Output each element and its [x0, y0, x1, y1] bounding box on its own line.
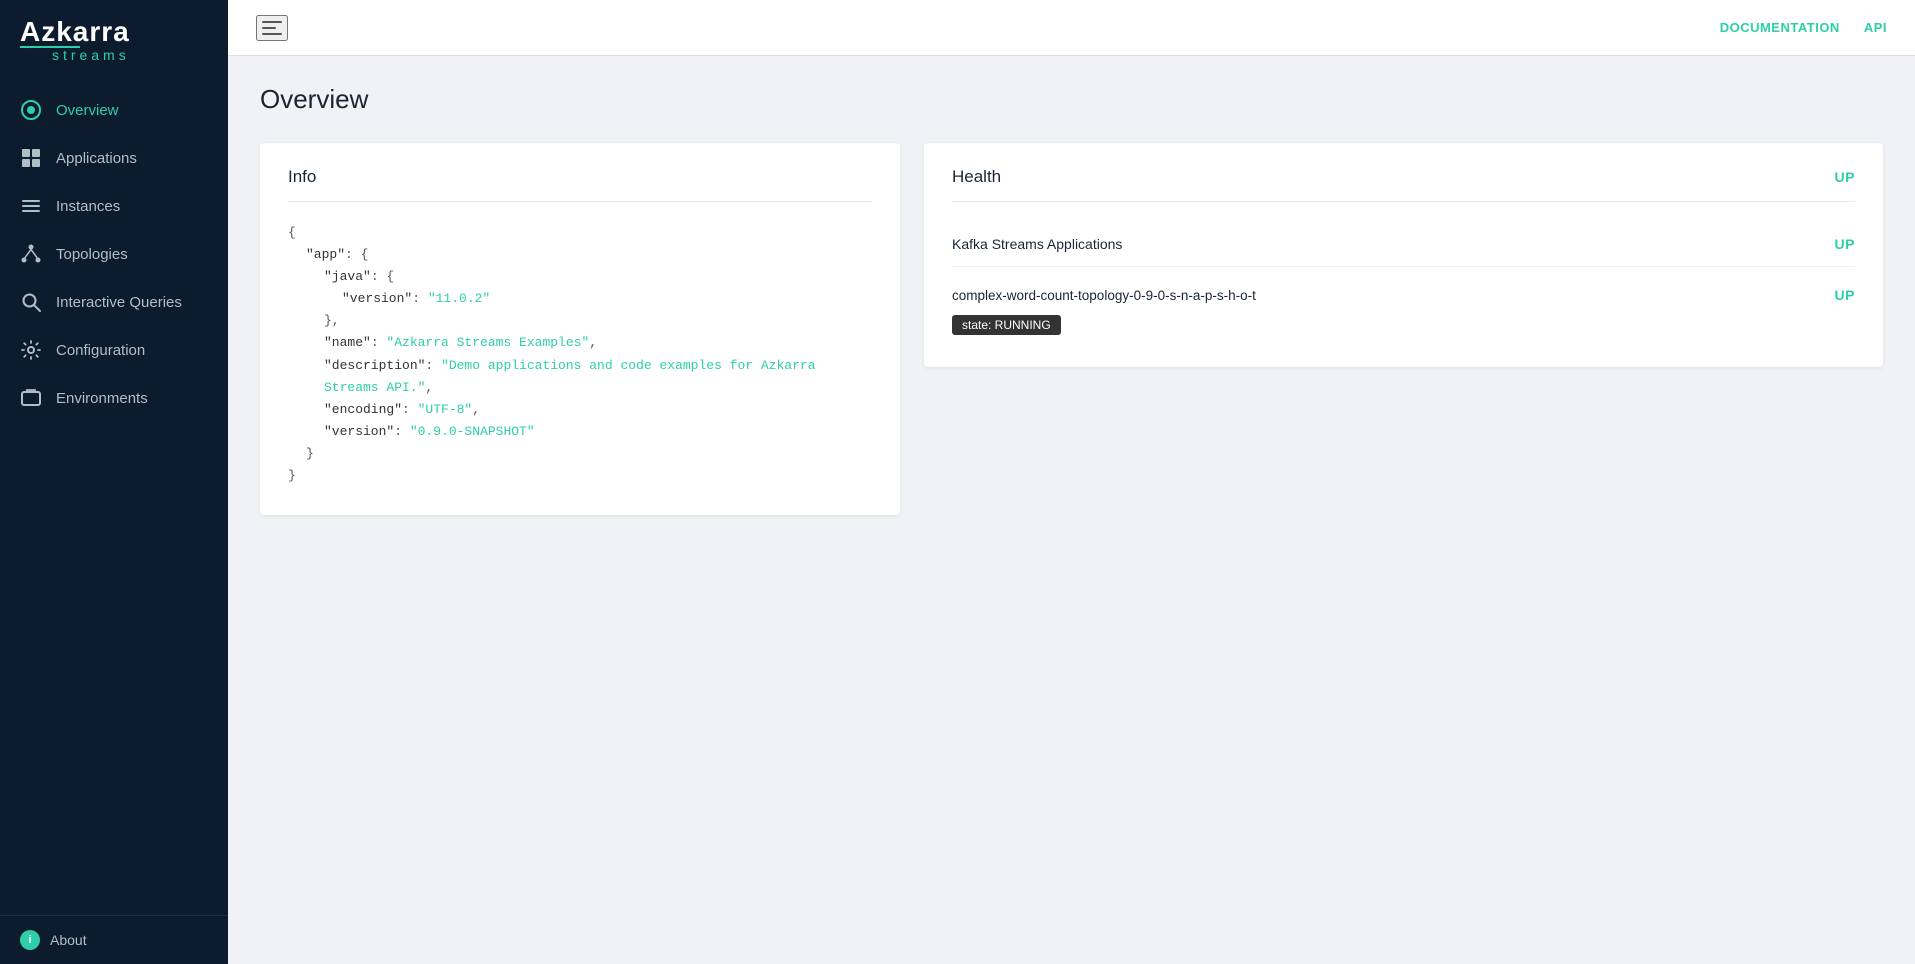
sidebar-item-instances[interactable]: Instances [0, 182, 228, 230]
configuration-icon [20, 339, 42, 361]
sidebar-item-interactive-queries[interactable]: Interactive Queries [0, 278, 228, 326]
menu-line-2 [262, 27, 276, 29]
sidebar-item-instances-label: Instances [56, 198, 120, 215]
kafka-streams-status: UP [1835, 236, 1855, 252]
code-line-6: "name": "Azkarra Streams Examples", [288, 332, 872, 354]
health-overall-status: UP [1835, 169, 1855, 185]
topologies-icon [20, 243, 42, 265]
sidebar-item-environments[interactable]: Environments [0, 374, 228, 422]
sidebar-item-environments-label: Environments [56, 390, 148, 407]
interactive-queries-icon [20, 291, 42, 313]
info-card: Info { "app": { "java": { "version": "11… [260, 143, 900, 515]
health-card: Health UP Kafka Streams Applications UP … [924, 143, 1883, 367]
menu-toggle-button[interactable] [256, 15, 288, 41]
sidebar-item-overview-label: Overview [56, 102, 119, 119]
code-line-7: "description": "Demo applications and co… [288, 355, 872, 399]
sidebar-item-topologies-label: Topologies [56, 246, 128, 263]
sidebar-item-configuration[interactable]: Configuration [0, 326, 228, 374]
sidebar-item-applications-label: Applications [56, 150, 137, 167]
about-label: About [50, 932, 87, 948]
overview-icon [20, 99, 42, 121]
topology-status: UP [1835, 287, 1855, 303]
sidebar-item-interactive-queries-label: Interactive Queries [56, 294, 182, 311]
sidebar-nav: Overview Applications [0, 78, 228, 915]
sidebar-footer[interactable]: i About [0, 915, 228, 964]
sidebar-item-applications[interactable]: Applications [0, 134, 228, 182]
menu-line-3 [262, 33, 282, 35]
code-line-2: "app": { [288, 244, 872, 266]
code-line-1: { [288, 222, 872, 244]
kafka-streams-row: Kafka Streams Applications UP [952, 222, 1855, 267]
topbar-left [256, 15, 288, 41]
instances-icon [20, 195, 42, 217]
logo-subtitle: streams [20, 48, 130, 62]
info-code-block: { "app": { "java": { "version": "11.0.2"… [288, 222, 872, 487]
code-line-5: }, [288, 310, 872, 332]
logo-name: Azkarra [20, 18, 130, 46]
state-badge: state: RUNNING [952, 309, 1855, 335]
about-icon: i [20, 930, 40, 950]
logo: Azkarra streams [0, 0, 228, 78]
code-line-11: } [288, 465, 872, 487]
sidebar-item-topologies[interactable]: Topologies [0, 230, 228, 278]
logo-text: Azkarra streams [20, 18, 130, 62]
applications-icon [20, 147, 42, 169]
info-card-title: Info [288, 167, 872, 202]
topbar: DOCUMENTATION API [228, 0, 1915, 56]
sidebar-item-overview[interactable]: Overview [0, 86, 228, 134]
health-card-header: Health UP [952, 167, 1855, 202]
kafka-streams-name: Kafka Streams Applications [952, 236, 1122, 252]
documentation-link[interactable]: DOCUMENTATION [1720, 20, 1840, 35]
code-line-4: "version": "11.0.2" [288, 288, 872, 310]
topbar-links: DOCUMENTATION API [1720, 20, 1887, 35]
cards-row: Info { "app": { "java": { "version": "11… [260, 143, 1883, 515]
page-title: Overview [260, 84, 1883, 115]
sidebar: Azkarra streams Overview [0, 0, 228, 964]
state-badge-text: state: RUNNING [952, 315, 1061, 335]
environments-icon [20, 387, 42, 409]
page-area: Overview Info { "app": { "java": { "vers… [228, 56, 1915, 964]
code-line-3: "java": { [288, 266, 872, 288]
sidebar-item-configuration-label: Configuration [56, 342, 145, 359]
topology-name-row: complex-word-count-topology-0-9-0-s-n-a-… [952, 279, 1855, 309]
menu-line-1 [262, 21, 282, 23]
main-content: DOCUMENTATION API Overview Info { "app":… [228, 0, 1915, 964]
health-topology-details: complex-word-count-topology-0-9-0-s-n-a-… [952, 267, 1855, 339]
code-line-10: } [288, 443, 872, 465]
api-link[interactable]: API [1864, 20, 1887, 35]
code-line-9: "version": "0.9.0-SNAPSHOT" [288, 421, 872, 443]
code-line-8: "encoding": "UTF-8", [288, 399, 872, 421]
topology-name: complex-word-count-topology-0-9-0-s-n-a-… [952, 288, 1256, 303]
health-card-title: Health [952, 167, 1001, 187]
